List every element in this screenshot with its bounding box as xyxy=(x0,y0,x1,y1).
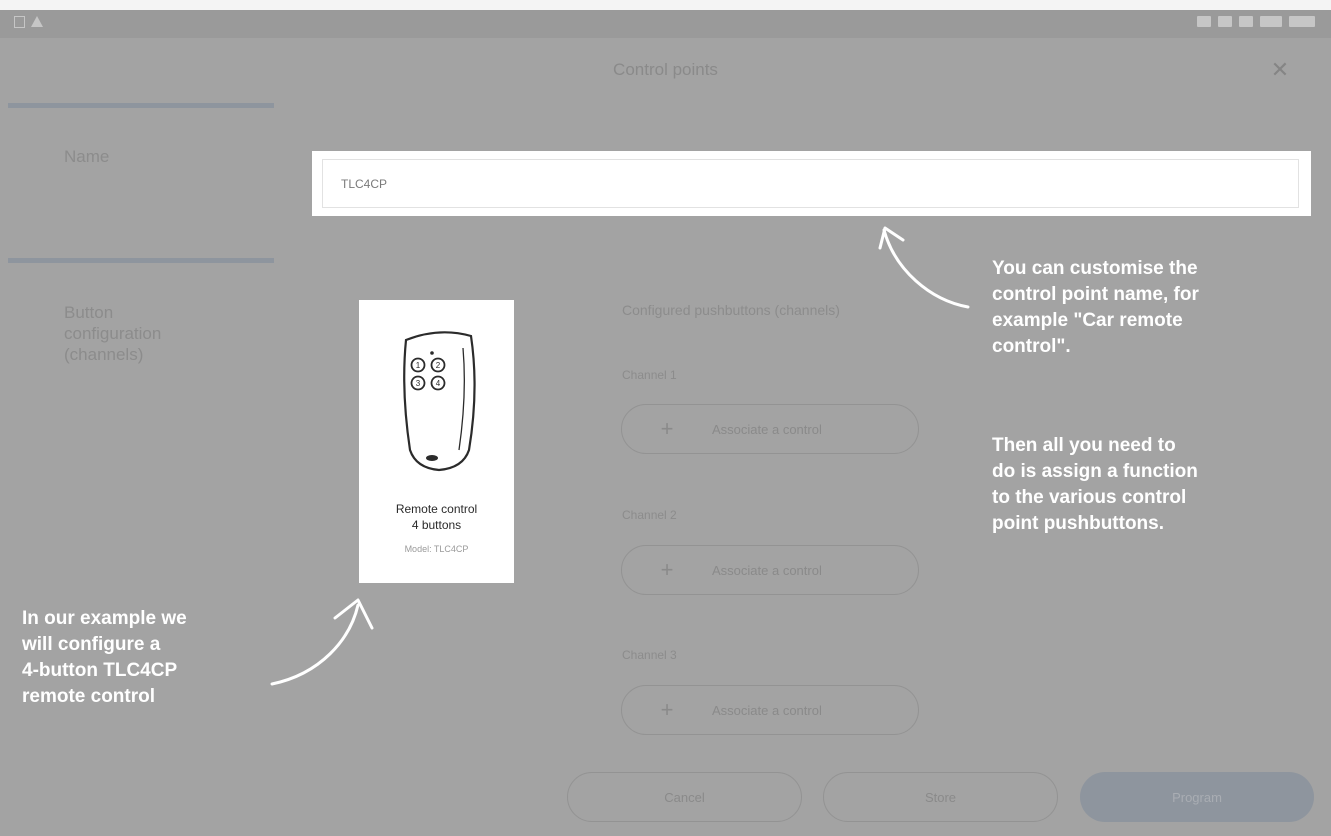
annotation-line: do is assign a function xyxy=(992,461,1198,482)
annotation-line: control point name, for xyxy=(992,284,1199,305)
annotation-line: point pushbuttons. xyxy=(992,513,1165,534)
annotation-line: example "Car remote xyxy=(992,310,1183,331)
annotation-arrows xyxy=(270,226,970,686)
annotation-example-note: In our example we will configure a 4-but… xyxy=(22,606,187,710)
name-annotation-arrowhead xyxy=(878,226,905,250)
annotation-line: 4-button TLC4CP xyxy=(22,660,178,681)
annotation-assign-note: Then all you need to do is assign a func… xyxy=(992,433,1198,537)
annotation-line: Then all you need to xyxy=(992,435,1176,456)
name-annotation-arrow xyxy=(882,228,970,309)
annotation-line: remote control xyxy=(22,686,156,707)
annotation-line: control". xyxy=(992,336,1071,357)
example-annotation-arrowhead xyxy=(333,598,374,630)
annotation-line: will configure a xyxy=(22,634,161,655)
annotation-line: to the various control xyxy=(992,487,1187,508)
example-annotation-arrow xyxy=(270,603,360,686)
annotation-name-note: You can customise the control point name… xyxy=(992,256,1199,360)
annotation-line: You can customise the xyxy=(992,258,1198,279)
annotation-line: In our example we xyxy=(22,608,187,629)
